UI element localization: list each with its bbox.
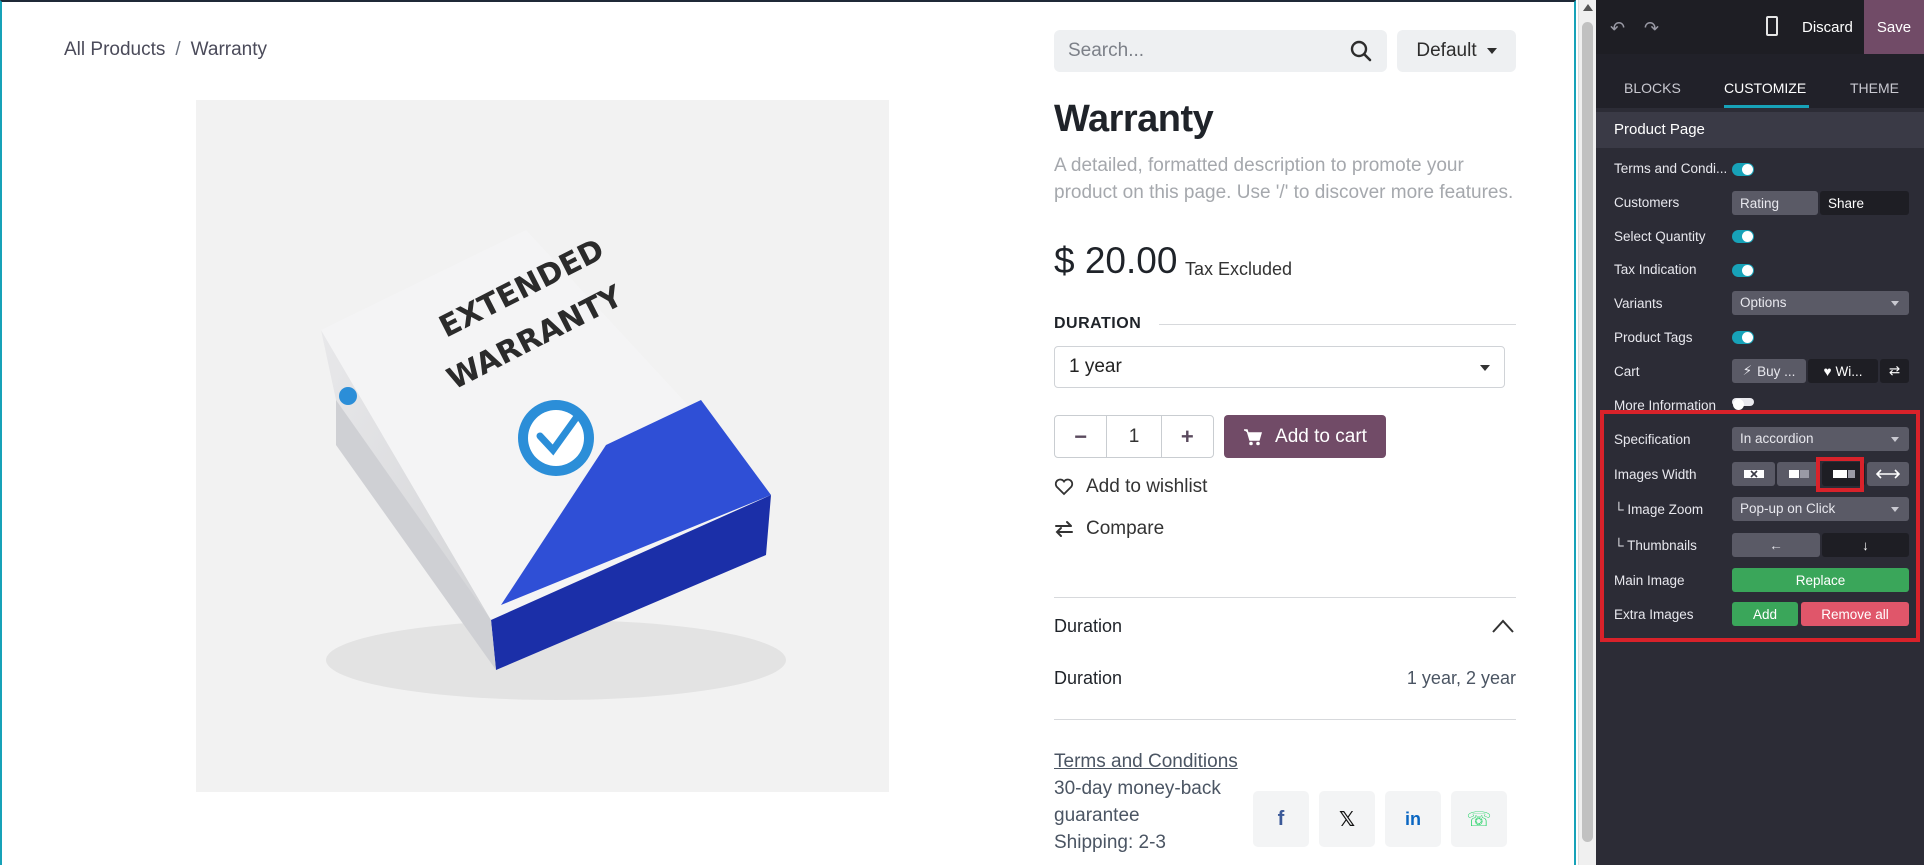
product-tags-toggle[interactable] xyxy=(1732,331,1754,344)
cart-icon xyxy=(1244,428,1263,445)
quantity-stepper: − 1 + xyxy=(1054,415,1214,458)
chevron-up-icon[interactable] xyxy=(1492,619,1514,633)
redo-icon[interactable]: ↷ xyxy=(1644,18,1659,39)
minus-button[interactable]: − xyxy=(1055,416,1106,457)
x-icon[interactable]: 𝕏 xyxy=(1319,791,1375,847)
linkedin-icon[interactable]: in xyxy=(1385,791,1441,847)
tax-note: Tax Excluded xyxy=(1185,259,1293,279)
divider xyxy=(1054,597,1516,598)
variants-dropdown[interactable]: Options xyxy=(1732,291,1909,315)
active-tab-indicator xyxy=(1724,105,1809,108)
cart-wish-label: Wi... xyxy=(1835,363,1863,379)
compare-label: Compare xyxy=(1086,518,1165,539)
undo-icon[interactable]: ↶ xyxy=(1610,18,1625,39)
tab-blocks[interactable]: BLOCKS xyxy=(1624,80,1681,96)
compare-link[interactable]: Compare xyxy=(1054,518,1164,540)
plus-button[interactable]: + xyxy=(1162,416,1213,457)
breadcrumb-all-products[interactable]: All Products xyxy=(64,39,165,60)
search-input[interactable] xyxy=(1068,38,1338,64)
highlight-box xyxy=(1600,410,1920,642)
breadcrumb: All Products / Warranty xyxy=(64,39,267,61)
scroll-up-icon[interactable] xyxy=(1583,4,1593,11)
spec-value: 1 year, 2 year xyxy=(1406,668,1516,688)
cart-buy-label: Buy ... xyxy=(1757,363,1796,379)
editor-tabs: BLOCKS CUSTOMIZE THEME xyxy=(1596,54,1924,108)
option-label: Tax Indication xyxy=(1614,262,1697,277)
option-label: Select Quantity xyxy=(1614,229,1706,244)
guarantee-text: 30-day money-back guarantee xyxy=(1054,778,1221,826)
product-image[interactable]: EXTENDED WARRANTY xyxy=(196,100,889,792)
highlight-box xyxy=(1816,457,1864,492)
cart-wishlist-button[interactable]: ♥ Wi... xyxy=(1808,359,1878,383)
wishlist-label: Add to wishlist xyxy=(1086,476,1208,497)
product-price: $ 20.00 xyxy=(1054,240,1178,281)
search-icon[interactable] xyxy=(1349,39,1373,63)
chevron-down-icon xyxy=(1891,301,1899,306)
tab-theme[interactable]: THEME xyxy=(1850,80,1899,96)
editor-toolbar: ↶ ↷ Discard Save xyxy=(1596,0,1924,54)
scrollbar[interactable] xyxy=(1578,0,1596,865)
add-to-cart-button[interactable]: Add to cart xyxy=(1224,415,1386,458)
attribute-label: DURATION xyxy=(1054,315,1142,332)
breadcrumb-separator: / xyxy=(175,39,181,60)
breadcrumb-current: Warranty xyxy=(190,39,268,60)
cart-compare-button[interactable]: ⇄ xyxy=(1880,359,1909,383)
duration-select[interactable]: 1 year xyxy=(1054,346,1505,388)
heart-icon xyxy=(1054,478,1074,496)
sort-dropdown[interactable]: Default xyxy=(1397,30,1516,72)
more-information-toggle[interactable] xyxy=(1732,398,1754,410)
screen: All Products / Warranty Default xyxy=(0,0,1924,865)
option-label: Variants xyxy=(1614,296,1663,311)
bolt-icon: ⚡︎ xyxy=(1742,363,1753,378)
discard-button[interactable]: Discard xyxy=(1802,19,1853,36)
add-to-cart-label: Add to cart xyxy=(1275,425,1367,447)
heart-icon: ♥ xyxy=(1823,363,1832,379)
sort-label: Default xyxy=(1416,40,1477,61)
search-box xyxy=(1054,30,1387,72)
chevron-down-icon xyxy=(1486,48,1497,54)
facebook-icon[interactable]: f xyxy=(1253,791,1309,847)
option-label: Product Tags xyxy=(1614,330,1693,345)
exchange-icon xyxy=(1055,521,1073,537)
tab-customize[interactable]: CUSTOMIZE xyxy=(1724,80,1806,96)
customers-rating-button[interactable]: Rating xyxy=(1732,191,1818,215)
divider xyxy=(1159,324,1516,325)
product-title: Warranty xyxy=(1054,98,1214,140)
customers-share-button[interactable]: Share xyxy=(1820,191,1909,215)
scrollbar-thumb[interactable] xyxy=(1582,22,1593,842)
variants-value: Options xyxy=(1740,295,1787,310)
option-label: Cart xyxy=(1614,364,1640,379)
tax-indication-toggle[interactable] xyxy=(1732,264,1754,277)
terms-link[interactable]: Terms and Conditions xyxy=(1054,748,1254,775)
wishlist-link[interactable]: Add to wishlist xyxy=(1054,476,1207,498)
chevron-down-icon xyxy=(1480,365,1490,371)
save-button[interactable]: Save xyxy=(1864,0,1924,54)
select-quantity-toggle[interactable] xyxy=(1732,230,1754,243)
exchange-icon: ⇄ xyxy=(1888,363,1901,378)
whatsapp-icon[interactable]: ☏ xyxy=(1451,791,1507,847)
cart-buy-now-button[interactable]: ⚡︎ Buy ... xyxy=(1732,359,1806,383)
product-description[interactable]: A detailed, formatted description to pro… xyxy=(1054,152,1524,206)
mobile-preview-icon[interactable] xyxy=(1766,16,1778,36)
accordion-title[interactable]: Duration xyxy=(1054,616,1122,637)
spec-name: Duration xyxy=(1054,668,1123,688)
website-preview: All Products / Warranty Default xyxy=(0,0,1576,865)
product-terms: Terms and Conditions 30-day money-back g… xyxy=(1054,748,1254,856)
section-title: Product Page xyxy=(1596,112,1924,148)
option-label: Customers xyxy=(1614,195,1680,210)
duration-select-value: 1 year xyxy=(1069,356,1122,377)
quantity-value[interactable]: 1 xyxy=(1106,416,1162,457)
terms-toggle[interactable] xyxy=(1732,163,1754,176)
shipping-text: Shipping: 2-3 xyxy=(1054,832,1166,853)
divider xyxy=(1054,719,1516,720)
warranty-box-illustration: EXTENDED WARRANTY xyxy=(321,230,786,700)
option-label: More Information xyxy=(1614,398,1717,410)
option-label: Terms and Condi... xyxy=(1614,161,1728,176)
